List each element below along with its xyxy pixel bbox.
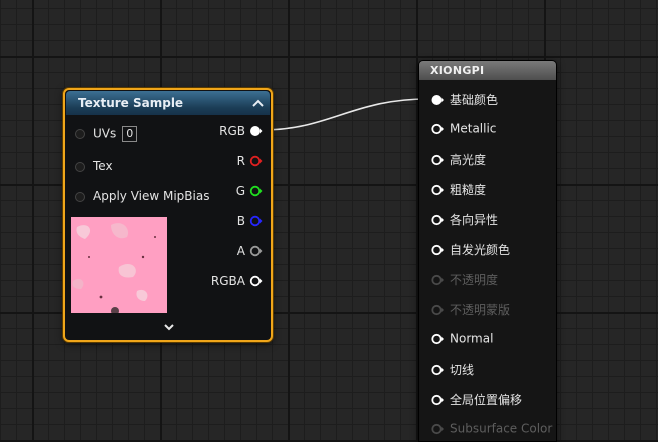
texture-sample-header[interactable]: Texture Sample — [66, 91, 270, 115]
pin-label: Normal — [450, 331, 494, 346]
input-pin-uvs[interactable]: UVs 0 — [75, 126, 138, 144]
pin-label: A — [236, 243, 245, 258]
pin-hollow-icon[interactable] — [249, 275, 263, 287]
pin-label: 自发光颜色 — [450, 243, 511, 257]
pin-label: RGB — [219, 123, 245, 138]
pin-label: 各向异性 — [450, 213, 499, 227]
pin-opacity-mask: 不透明蒙版 — [431, 301, 510, 319]
pin-hollow-icon[interactable] — [431, 244, 445, 256]
texture-sample-node[interactable]: Texture Sample UVs 0 Tex Apply View MipBi… — [63, 88, 273, 342]
pin-filled-icon[interactable] — [431, 94, 445, 106]
pin-circle-icon[interactable] — [75, 129, 85, 139]
pin-tangent[interactable]: 切线 — [431, 361, 474, 379]
pin-label: 不透明度 — [450, 273, 499, 287]
pin-label: 不透明蒙版 — [450, 303, 511, 317]
pin-emissive-color[interactable]: 自发光颜色 — [431, 241, 510, 259]
pin-label: 基础颜色 — [450, 93, 499, 107]
pin-label: 全局位置偏移 — [450, 393, 523, 407]
pin-hollow-icon[interactable] — [431, 123, 445, 135]
pin-hollow-icon[interactable] — [431, 364, 445, 376]
pin-hollow-icon[interactable] — [431, 333, 445, 345]
pin-disabled-icon — [431, 423, 444, 434]
pin-label: Subsurface Color — [450, 421, 553, 436]
pin-hollow-icon[interactable] — [249, 155, 263, 167]
pin-normal[interactable]: Normal — [431, 331, 493, 349]
pin-hollow-icon[interactable] — [431, 214, 445, 226]
node-title: Texture Sample — [78, 96, 184, 110]
material-result-node[interactable]: XIONGPI 基础颜色 Metallic 高光度 粗糙度 各向异性 自发光颜色… — [418, 60, 557, 442]
output-pin-b[interactable]: B — [237, 213, 263, 231]
pin-label: G — [235, 183, 245, 198]
material-node-header[interactable]: XIONGPI — [419, 61, 556, 80]
pin-circle-icon[interactable] — [75, 161, 85, 172]
pin-disabled-icon — [431, 274, 444, 285]
uvs-value-field[interactable]: 0 — [122, 126, 138, 142]
output-pin-a[interactable]: A — [237, 243, 263, 261]
texture-preview-thumbnail — [71, 217, 167, 313]
pin-hollow-icon[interactable] — [249, 245, 263, 257]
output-pin-g[interactable]: G — [236, 183, 263, 201]
pin-opacity: 不透明度 — [431, 271, 498, 289]
pin-label: Tex — [93, 159, 113, 173]
pin-subsurface-color: Subsurface Color — [431, 421, 552, 439]
pin-specular[interactable]: 高光度 — [431, 151, 486, 169]
input-pin-tex[interactable]: Tex — [75, 159, 113, 177]
output-pin-rgba[interactable]: RGBA — [211, 273, 263, 291]
output-pin-rgb[interactable]: RGB — [219, 123, 263, 141]
pin-label: RGBA — [210, 273, 245, 288]
pin-hollow-icon[interactable] — [249, 215, 263, 227]
pin-label: Metallic — [450, 121, 497, 136]
chevron-up-icon[interactable] — [250, 95, 266, 111]
pin-metallic[interactable]: Metallic — [431, 121, 496, 139]
pin-world-position-offset[interactable]: 全局位置偏移 — [431, 391, 522, 409]
input-pin-apply-view-mipbias[interactable]: Apply View MipBias — [75, 189, 209, 207]
pin-label: 高光度 — [450, 153, 487, 167]
pin-disabled-icon — [431, 304, 444, 315]
pin-label: B — [236, 213, 245, 228]
pin-hollow-icon[interactable] — [431, 394, 445, 406]
output-pin-r[interactable]: R — [237, 153, 263, 171]
rgb-to-base-color-wire[interactable] — [261, 98, 429, 131]
pin-label: UVs — [93, 126, 117, 141]
pin-filled-icon[interactable] — [249, 125, 263, 137]
pin-hollow-icon[interactable] — [249, 185, 263, 197]
pin-hollow-icon[interactable] — [431, 154, 445, 166]
node-title: XIONGPI — [430, 64, 485, 77]
material-graph-canvas[interactable]: Texture Sample UVs 0 Tex Apply View MipBi… — [0, 0, 658, 442]
chevron-down-icon[interactable] — [162, 320, 176, 334]
pin-label: R — [236, 153, 245, 168]
pin-label: 切线 — [450, 363, 475, 377]
pin-base-color[interactable]: 基础颜色 — [431, 91, 498, 109]
pin-label: Apply View MipBias — [93, 189, 210, 203]
pin-hollow-icon[interactable] — [431, 184, 445, 196]
pin-label: 粗糙度 — [450, 183, 487, 197]
pin-roughness[interactable]: 粗糙度 — [431, 181, 486, 199]
pin-anisotropy[interactable]: 各向异性 — [431, 211, 498, 229]
pin-circle-icon[interactable] — [75, 191, 85, 202]
